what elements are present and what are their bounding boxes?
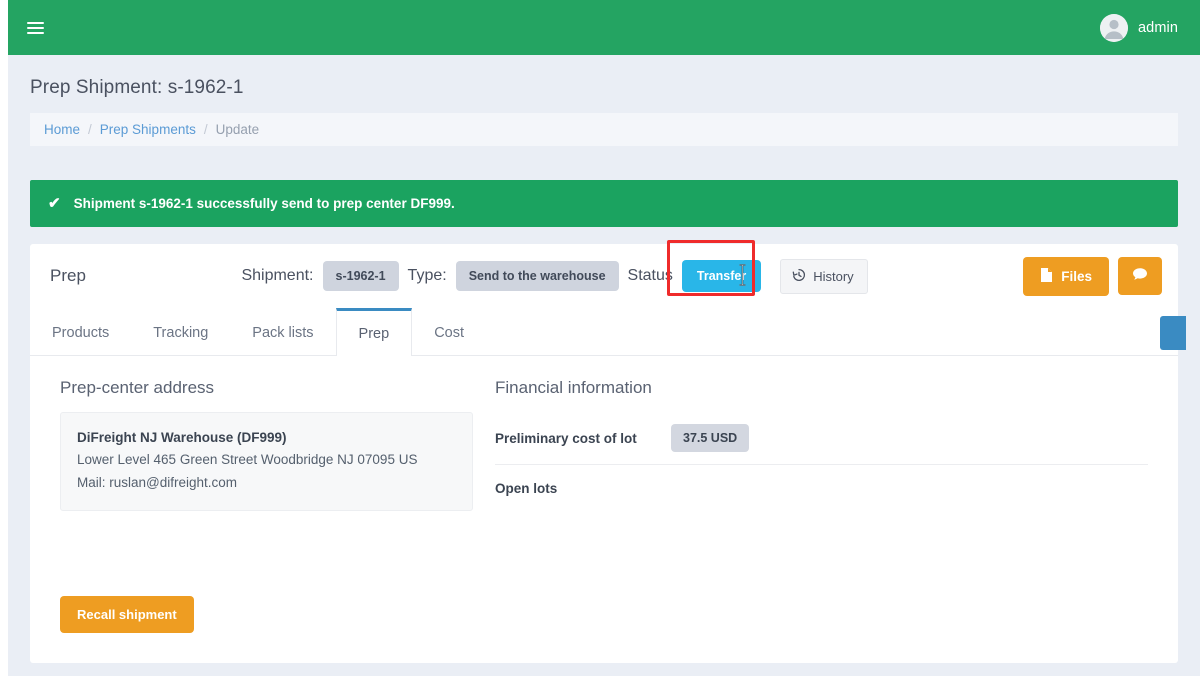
status-label: Status xyxy=(628,267,673,285)
preliminary-cost-label: Preliminary cost of lot xyxy=(495,431,653,446)
panel-body: Prep-center address DiFreight NJ Warehou… xyxy=(30,356,1178,566)
files-button-label: Files xyxy=(1061,269,1092,284)
prep-center-address-card: DiFreight NJ Warehouse (DF999) Lower Lev… xyxy=(60,412,473,511)
prep-panel: Products Tracking Pack lists Prep Cost P… xyxy=(30,308,1178,663)
shipment-toolbar: Prep Shipment: s-1962-1 Type: Send to th… xyxy=(30,244,1178,308)
breadcrumb: Home / Prep Shipments / Update xyxy=(30,113,1178,146)
comment-bubble-icon xyxy=(1132,267,1148,285)
tab-tracking[interactable]: Tracking xyxy=(131,308,230,355)
user-menu[interactable]: admin xyxy=(1100,14,1178,42)
hamburger-menu-icon[interactable] xyxy=(18,11,52,45)
tab-bar-side-button[interactable] xyxy=(1160,316,1186,350)
tab-prep[interactable]: Prep xyxy=(336,308,413,356)
user-avatar-icon xyxy=(1100,14,1128,42)
hamburger-bar xyxy=(27,22,44,24)
file-icon xyxy=(1040,267,1053,286)
user-name-label: admin xyxy=(1138,20,1178,36)
prep-center-title: Prep-center address xyxy=(60,378,473,398)
top-navbar: admin xyxy=(8,0,1200,55)
financial-title: Financial information xyxy=(495,378,1148,398)
history-clock-icon xyxy=(792,268,806,285)
hamburger-bar xyxy=(27,32,44,34)
page-header: Prep Shipment: s-1962-1 Home / Prep Ship… xyxy=(8,55,1200,146)
check-icon: ✔ xyxy=(48,196,61,211)
type-label: Type: xyxy=(408,267,447,285)
files-button[interactable]: Files xyxy=(1023,257,1109,296)
comments-button[interactable] xyxy=(1118,257,1162,295)
transfer-button-wrapper: Transfer xyxy=(682,260,761,292)
breadcrumb-separator: / xyxy=(204,122,208,137)
history-button-label: History xyxy=(813,269,853,284)
success-alert: ✔ Shipment s-1962-1 successfully send to… xyxy=(30,180,1178,227)
tab-pack-lists[interactable]: Pack lists xyxy=(230,308,335,355)
shipment-label: Shipment: xyxy=(241,267,313,285)
type-value-badge: Send to the warehouse xyxy=(456,261,619,291)
breadcrumb-item-home[interactable]: Home xyxy=(44,122,80,137)
transfer-button[interactable]: Transfer xyxy=(682,260,761,292)
prep-center-address: Lower Level 465 Green Street Woodbridge … xyxy=(77,449,456,471)
prep-center-section: Prep-center address DiFreight NJ Warehou… xyxy=(30,378,495,566)
shipment-value-badge: s-1962-1 xyxy=(323,261,399,291)
toolbar-actions: Files xyxy=(1023,257,1162,296)
prep-center-name: DiFreight NJ Warehouse (DF999) xyxy=(77,427,456,449)
app-page: admin Prep Shipment: s-1962-1 Home / Pre… xyxy=(8,0,1200,676)
toolbar-status-group: Shipment: s-1962-1 Type: Send to the war… xyxy=(241,259,867,294)
hamburger-bar xyxy=(27,27,44,29)
tab-products[interactable]: Products xyxy=(30,308,131,355)
open-lots-label: Open lots xyxy=(495,481,653,496)
recall-shipment-button[interactable]: Recall shipment xyxy=(60,596,194,633)
breadcrumb-item-prep-shipments[interactable]: Prep Shipments xyxy=(100,122,196,137)
page-title: Prep Shipment: s-1962-1 xyxy=(30,77,1178,99)
financial-row: Open lots xyxy=(495,465,1148,511)
breadcrumb-separator: / xyxy=(88,122,92,137)
preliminary-cost-value: 37.5 USD xyxy=(671,424,749,452)
success-alert-message: Shipment s-1962-1 successfully send to p… xyxy=(74,196,455,211)
toolbar-title: Prep xyxy=(50,266,86,286)
history-button[interactable]: History xyxy=(780,259,867,294)
panel-footer-spacer xyxy=(30,633,1178,663)
tab-cost[interactable]: Cost xyxy=(412,308,486,355)
financial-row: Preliminary cost of lot 37.5 USD xyxy=(495,412,1148,465)
financial-section: Financial information Preliminary cost o… xyxy=(495,378,1178,566)
breadcrumb-item-update: Update xyxy=(216,122,260,137)
prep-center-mail: Mail: ruslan@difreight.com xyxy=(77,472,456,494)
tab-bar: Products Tracking Pack lists Prep Cost xyxy=(30,308,1178,356)
